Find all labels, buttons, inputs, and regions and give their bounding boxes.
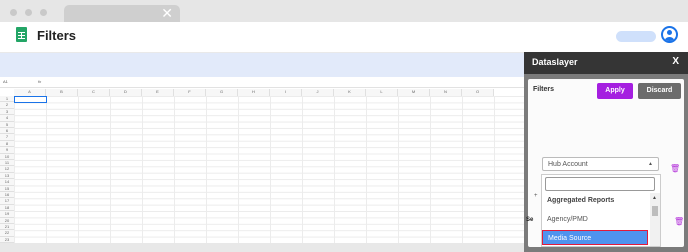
fx-label: fx — [38, 79, 42, 84]
column-header[interactable]: J — [302, 89, 334, 96]
sheet-toolbar — [0, 53, 524, 77]
column-header[interactable]: E — [142, 89, 174, 96]
google-sheets-icon[interactable] — [16, 27, 27, 42]
add-icon[interactable]: + — [534, 193, 538, 199]
filters-label: Filters — [533, 86, 555, 93]
column-header[interactable]: L — [366, 89, 398, 96]
column-header[interactable]: I — [270, 89, 302, 96]
filters-card: Filters Apply Discard 🗑 + Hub Account ▲ … — [528, 79, 684, 247]
dropdown-value: Hub Account — [548, 161, 588, 168]
column-header[interactable]: B — [46, 89, 78, 96]
window-dot-icon[interactable] — [40, 9, 47, 16]
header-pill[interactable] — [616, 31, 656, 42]
name-box[interactable]: A1 — [3, 79, 8, 84]
apply-button[interactable]: Apply — [597, 83, 633, 99]
panel-close-button[interactable]: X — [672, 56, 679, 67]
panel-header: Dataslayer X — [524, 52, 688, 74]
formula-bar[interactable]: A1 fx — [0, 77, 524, 88]
trash-icon[interactable]: 🗑 — [674, 217, 684, 226]
scroll-thumb[interactable] — [652, 206, 658, 216]
window-dot-icon[interactable] — [25, 9, 32, 16]
cell-grid[interactable] — [14, 96, 524, 243]
dropdown-option[interactable]: Agency/PMD — [542, 212, 648, 227]
column-header[interactable]: O — [462, 89, 494, 96]
column-header[interactable]: G — [206, 89, 238, 96]
dropdown-search-input[interactable] — [545, 177, 655, 191]
dropdown-list[interactable]: Aggregated Reports Agency/PMD Media Source… — [541, 174, 661, 247]
column-header[interactable]: C — [78, 89, 110, 96]
sheet-footer — [0, 243, 524, 252]
column-header[interactable]: K — [334, 89, 366, 96]
dropdown-option[interactable]: Media Source — [542, 230, 648, 245]
browser-top-bar: ✕ — [0, 0, 688, 22]
filter-field-dropdown[interactable]: Hub Account ▲ — [542, 157, 659, 171]
column-header[interactable]: A — [14, 89, 46, 96]
panel-title: Dataslayer — [532, 57, 578, 67]
page-title: Filters — [37, 28, 77, 43]
column-header[interactable]: H — [238, 89, 270, 96]
app-header: Filters — [0, 22, 688, 52]
edge-label-fragment: Se — [526, 217, 534, 223]
dataslayer-panel: Dataslayer X Filters Apply Discard 🗑 + H… — [524, 52, 688, 252]
column-header[interactable]: D — [110, 89, 142, 96]
discard-button[interactable]: Discard — [638, 83, 681, 99]
scroll-up-icon[interactable]: ▲ — [652, 195, 657, 201]
column-header[interactable]: M — [398, 89, 430, 96]
column-header[interactable]: N — [430, 89, 462, 96]
scrollbar[interactable]: ▲ — [650, 193, 660, 246]
trash-icon[interactable]: 🗑 — [670, 164, 680, 173]
caret-up-icon: ▲ — [648, 161, 653, 167]
selected-cell[interactable] — [14, 96, 47, 103]
browser-tab[interactable]: ✕ — [64, 5, 180, 22]
spreadsheet-grid[interactable]: A1 fx ABCDEFGHIJKLMNO 1 2 3 4 5 6 7 8 9 10 11 12 13 1… — [0, 77, 524, 243]
window-dot-icon[interactable] — [10, 9, 17, 16]
option-group-header: Aggregated Reports — [547, 197, 615, 204]
column-header[interactable]: F — [174, 89, 206, 96]
account-icon[interactable] — [661, 26, 678, 43]
tab-close-icon[interactable]: ✕ — [161, 5, 173, 21]
